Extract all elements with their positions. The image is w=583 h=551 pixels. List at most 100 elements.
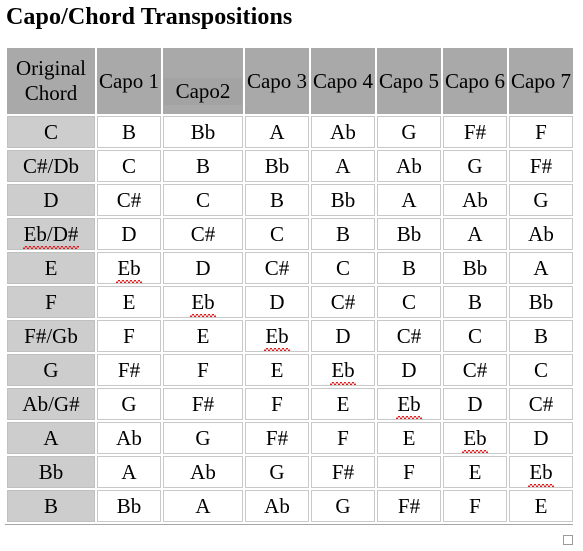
row-header-original-chord[interactable]: D <box>7 184 95 216</box>
transposed-chord-cell[interactable]: G <box>97 388 161 420</box>
transposed-chord-cell[interactable]: D <box>509 422 573 454</box>
transposed-chord-cell[interactable]: C <box>509 354 573 386</box>
transposed-chord-cell[interactable]: F# <box>443 116 507 148</box>
column-header-capo-7[interactable]: Capo 7 <box>509 48 573 114</box>
transposed-chord-cell[interactable]: Ab <box>377 150 441 182</box>
column-header-capo-6[interactable]: Capo 6 <box>443 48 507 114</box>
row-header-original-chord[interactable]: Bb <box>7 456 95 488</box>
transposed-chord-cell[interactable]: D <box>443 388 507 420</box>
transposed-chord-cell[interactable]: F# <box>509 150 573 182</box>
transposed-chord-cell[interactable]: F# <box>245 422 309 454</box>
transposed-chord-cell[interactable]: F <box>245 388 309 420</box>
column-header-capo-5[interactable]: Capo 5 <box>377 48 441 114</box>
transposed-chord-cell[interactable]: Bb <box>377 218 441 250</box>
row-header-original-chord[interactable]: A <box>7 422 95 454</box>
transposed-chord-cell[interactable]: F <box>97 320 161 352</box>
transposed-chord-cell[interactable]: B <box>245 184 309 216</box>
column-header-selected-capo2[interactable]: Capo2 <box>163 48 243 114</box>
transposed-chord-cell[interactable]: G <box>377 116 441 148</box>
transposed-chord-cell[interactable]: B <box>311 218 375 250</box>
transposed-chord-cell[interactable]: C <box>97 150 161 182</box>
row-header-original-chord[interactable]: C#/Db <box>7 150 95 182</box>
transposed-chord-cell[interactable]: Ab <box>443 184 507 216</box>
transposed-chord-cell[interactable]: A <box>245 116 309 148</box>
transposed-chord-cell[interactable]: A <box>311 150 375 182</box>
transposed-chord-cell[interactable]: D <box>311 320 375 352</box>
transposed-chord-cell[interactable]: F# <box>311 456 375 488</box>
transposed-chord-cell[interactable]: A <box>443 218 507 250</box>
row-header-original-chord[interactable]: F <box>7 286 95 318</box>
transposed-chord-cell[interactable]: F <box>377 456 441 488</box>
transposed-chord-cell[interactable]: D <box>377 354 441 386</box>
transposed-chord-cell[interactable]: F <box>509 116 573 148</box>
transposed-chord-cell[interactable]: Eb <box>509 456 573 488</box>
row-header-original-chord[interactable]: Ab/G# <box>7 388 95 420</box>
transposed-chord-cell[interactable]: Ab <box>509 218 573 250</box>
row-header-original-chord[interactable]: Eb/D# <box>7 218 95 250</box>
transposed-chord-cell[interactable]: A <box>377 184 441 216</box>
transposed-chord-cell[interactable]: E <box>311 388 375 420</box>
transposed-chord-cell[interactable]: C <box>443 320 507 352</box>
transposed-chord-cell[interactable]: G <box>509 184 573 216</box>
transposed-chord-cell[interactable]: Eb <box>97 252 161 284</box>
transposed-chord-cell[interactable]: E <box>245 354 309 386</box>
transposed-chord-cell[interactable]: E <box>377 422 441 454</box>
transposed-chord-cell[interactable]: Ab <box>311 116 375 148</box>
transposed-chord-cell[interactable]: C# <box>97 184 161 216</box>
transposed-chord-cell[interactable]: Eb <box>311 354 375 386</box>
table-resize-handle[interactable] <box>563 535 573 545</box>
row-header-original-chord[interactable]: B <box>7 490 95 522</box>
transposed-chord-cell[interactable]: Eb <box>377 388 441 420</box>
transposed-chord-cell[interactable]: G <box>443 150 507 182</box>
transposed-chord-cell[interactable]: D <box>245 286 309 318</box>
transposed-chord-cell[interactable]: F# <box>97 354 161 386</box>
transposed-chord-cell[interactable]: F# <box>377 490 441 522</box>
transposed-chord-cell[interactable]: D <box>163 252 243 284</box>
transposed-chord-cell[interactable]: Ab <box>97 422 161 454</box>
transposed-chord-cell[interactable]: A <box>163 490 243 522</box>
row-header-original-chord[interactable]: E <box>7 252 95 284</box>
transposed-chord-cell[interactable]: E <box>163 320 243 352</box>
transposed-chord-cell[interactable]: F <box>443 490 507 522</box>
column-header-original-chord[interactable]: Original Chord <box>7 48 95 114</box>
transposed-chord-cell[interactable]: Bb <box>163 116 243 148</box>
transposed-chord-cell[interactable]: F <box>311 422 375 454</box>
transposed-chord-cell[interactable]: C <box>377 286 441 318</box>
transposed-chord-cell[interactable]: Bb <box>97 490 161 522</box>
transposed-chord-cell[interactable]: C# <box>443 354 507 386</box>
transposed-chord-cell[interactable]: C# <box>377 320 441 352</box>
transposed-chord-cell[interactable]: B <box>443 286 507 318</box>
transposed-chord-cell[interactable]: G <box>163 422 243 454</box>
transposed-chord-cell[interactable]: G <box>311 490 375 522</box>
transposed-chord-cell[interactable]: Bb <box>245 150 309 182</box>
transposed-chord-cell[interactable]: B <box>377 252 441 284</box>
transposed-chord-cell[interactable]: C# <box>163 218 243 250</box>
column-header-capo-3[interactable]: Capo 3 <box>245 48 309 114</box>
transposed-chord-cell[interactable]: E <box>97 286 161 318</box>
transposed-chord-cell[interactable]: C <box>245 218 309 250</box>
transposed-chord-cell[interactable]: Eb <box>163 286 243 318</box>
transposed-chord-cell[interactable]: F <box>163 354 243 386</box>
transposed-chord-cell[interactable]: E <box>443 456 507 488</box>
transposed-chord-cell[interactable]: E <box>509 490 573 522</box>
transposed-chord-cell[interactable]: Bb <box>311 184 375 216</box>
transposed-chord-cell[interactable]: F# <box>163 388 243 420</box>
transposed-chord-cell[interactable]: Bb <box>509 286 573 318</box>
transposed-chord-cell[interactable]: C <box>311 252 375 284</box>
transposed-chord-cell[interactable]: Bb <box>443 252 507 284</box>
transposed-chord-cell[interactable]: G <box>245 456 309 488</box>
transposed-chord-cell[interactable]: C# <box>245 252 309 284</box>
transposed-chord-cell[interactable]: Eb <box>443 422 507 454</box>
transposed-chord-cell[interactable]: C# <box>311 286 375 318</box>
transposed-chord-cell[interactable]: B <box>163 150 243 182</box>
transposed-chord-cell[interactable]: A <box>97 456 161 488</box>
column-header-capo-1[interactable]: Capo 1 <box>97 48 161 114</box>
transposed-chord-cell[interactable]: Eb <box>245 320 309 352</box>
column-header-capo-4[interactable]: Capo 4 <box>311 48 375 114</box>
transposed-chord-cell[interactable]: B <box>509 320 573 352</box>
transposed-chord-cell[interactable]: Ab <box>163 456 243 488</box>
transposed-chord-cell[interactable]: Ab <box>245 490 309 522</box>
transposed-chord-cell[interactable]: C <box>163 184 243 216</box>
transposed-chord-cell[interactable]: A <box>509 252 573 284</box>
row-header-original-chord[interactable]: G <box>7 354 95 386</box>
